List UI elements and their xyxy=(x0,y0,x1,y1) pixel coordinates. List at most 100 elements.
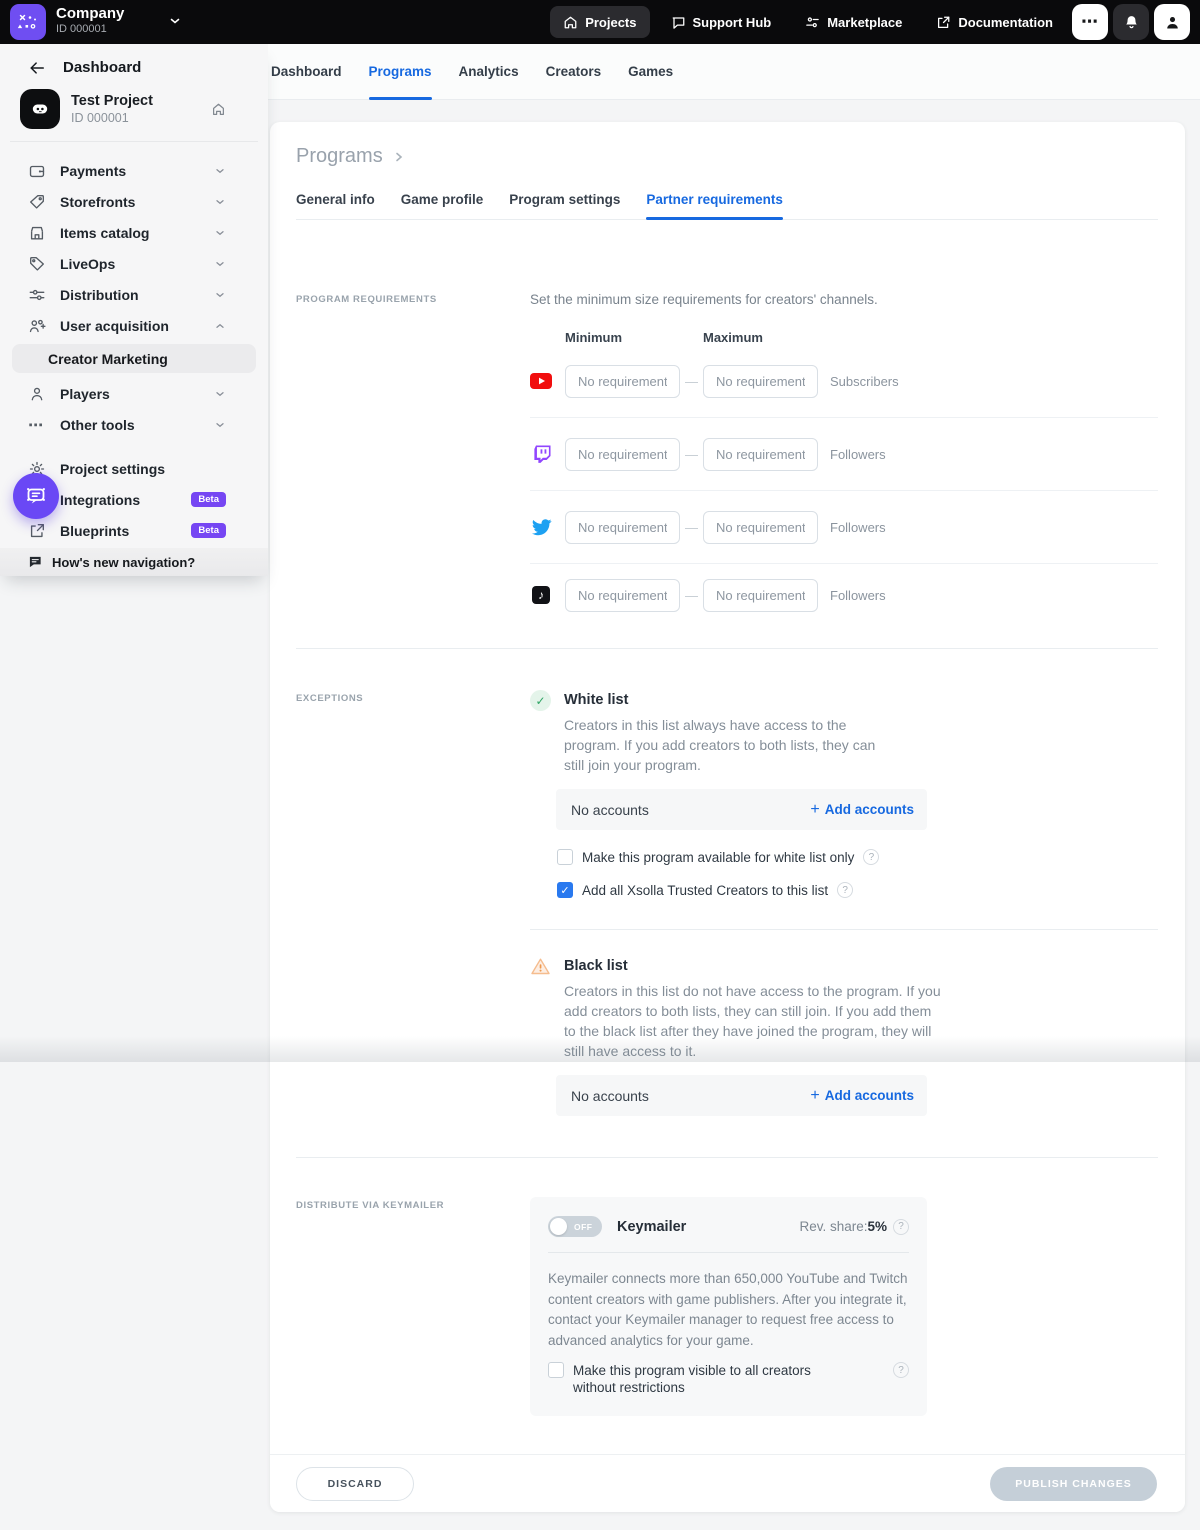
tab-dashboard[interactable]: Dashboard xyxy=(271,44,342,99)
discard-button[interactable]: DISCARD xyxy=(296,1467,414,1501)
chevron-down-icon xyxy=(214,196,226,208)
sidebar-item-other-tools[interactable]: ⋯ Other tools xyxy=(0,409,268,440)
program-subtabs: General info Game profile Program settin… xyxy=(296,192,1158,220)
youtube-max-input[interactable] xyxy=(703,365,818,398)
flag-icon xyxy=(28,555,43,569)
home-icon xyxy=(563,15,578,30)
chat-fab-button[interactable] xyxy=(13,473,59,519)
twitter-max-input[interactable] xyxy=(703,511,818,544)
twitter-icon xyxy=(530,519,552,536)
youtube-min-input[interactable] xyxy=(565,365,680,398)
keymailer-toggle[interactable]: OFF xyxy=(548,1216,602,1237)
help-icon[interactable]: ? xyxy=(893,1219,909,1235)
program-requirements-section: PROGRAM REQUIREMENTS Set the minimum siz… xyxy=(296,291,1158,626)
twitch-min-input[interactable] xyxy=(565,438,680,471)
trusted-creators-checkbox[interactable]: ✓ xyxy=(557,882,573,898)
breadcrumb-title[interactable]: Programs xyxy=(296,145,383,168)
tab-analytics[interactable]: Analytics xyxy=(459,44,519,99)
twitch-max-input[interactable] xyxy=(703,438,818,471)
nav-support-hub-label: Support Hub xyxy=(693,15,772,30)
sidebar-item-user-acquisition[interactable]: User acquisition xyxy=(0,310,268,341)
account-button[interactable] xyxy=(1154,4,1190,40)
warning-triangle-icon xyxy=(530,956,551,977)
metric-label: Followers xyxy=(830,447,886,462)
maximum-header: Maximum xyxy=(703,330,841,345)
section-label: PROGRAM REQUIREMENTS xyxy=(296,291,530,626)
toggle-state-label: OFF xyxy=(574,1222,593,1232)
black-list-empty-label: No accounts xyxy=(571,1088,649,1104)
keymailer-divider xyxy=(548,1252,909,1253)
white-list-block: ✓ White list Creators in this list alway… xyxy=(530,690,1158,898)
company-chevron-down-icon[interactable] xyxy=(168,14,182,28)
section-label: EXCEPTIONS xyxy=(296,690,530,1116)
sidebar-item-payments[interactable]: Payments xyxy=(0,155,268,186)
subtab-program-settings[interactable]: Program settings xyxy=(509,192,620,219)
users-plus-icon xyxy=(28,317,47,335)
publish-changes-button[interactable]: PUBLISH CHANGES xyxy=(990,1467,1157,1501)
tab-programs[interactable]: Programs xyxy=(369,44,432,99)
subtab-partner-requirements[interactable]: Partner requirements xyxy=(646,192,783,219)
help-icon[interactable]: ? xyxy=(863,849,879,865)
subtab-general-info[interactable]: General info xyxy=(296,192,375,219)
range-separator: — xyxy=(680,520,703,535)
tab-creators[interactable]: Creators xyxy=(546,44,602,99)
tag-icon xyxy=(28,193,47,211)
sidebar-item-liveops[interactable]: LiveOps xyxy=(0,248,268,279)
range-separator: — xyxy=(680,588,703,603)
sidebar-item-storefronts[interactable]: Storefronts xyxy=(0,186,268,217)
more-options-button[interactable]: ⋯ xyxy=(1072,4,1108,40)
requirement-row-twitter: — Followers xyxy=(530,491,1158,564)
nav-marketplace[interactable]: Marketplace xyxy=(792,6,915,38)
project-switcher[interactable]: Test Project ID 000001 xyxy=(20,89,248,129)
tab-games[interactable]: Games xyxy=(628,44,673,99)
content-card: Programs General info Game profile Progr… xyxy=(270,122,1185,1512)
nav-documentation[interactable]: Documentation xyxy=(923,6,1066,38)
xsolla-logo[interactable] xyxy=(10,4,46,40)
nav-marketplace-label: Marketplace xyxy=(827,15,902,30)
project-info: Test Project ID 000001 xyxy=(71,92,153,126)
requirements-intro: Set the minimum size requirements for cr… xyxy=(530,291,1158,308)
nav-projects-label: Projects xyxy=(585,15,636,30)
chat-icon xyxy=(671,15,686,30)
white-list-description: Creators in this list always have access… xyxy=(564,715,888,775)
minimum-header: Minimum xyxy=(565,330,703,345)
project-home-icon[interactable] xyxy=(211,102,226,117)
company-block[interactable]: Company ID 000001 xyxy=(56,5,124,36)
twitter-min-input[interactable] xyxy=(565,511,680,544)
nav-projects[interactable]: Projects xyxy=(550,6,649,38)
requirement-row-twitch: — Followers xyxy=(530,418,1158,491)
sidebar-item-players[interactable]: Players xyxy=(0,378,268,409)
subtab-game-profile[interactable]: Game profile xyxy=(401,192,484,219)
requirements-column-headers: Minimum Maximum xyxy=(565,330,1158,345)
whats-new-navigation-banner[interactable]: How's new navigation? xyxy=(0,548,268,576)
whitelist-only-checkbox[interactable] xyxy=(557,849,573,865)
project-id: ID 000001 xyxy=(71,110,153,126)
help-icon[interactable]: ? xyxy=(893,1362,909,1378)
sidebar-item-items-catalog[interactable]: Items catalog xyxy=(0,217,268,248)
back-to-dashboard[interactable]: Dashboard xyxy=(0,44,268,76)
keymailer-visibility-checkbox[interactable] xyxy=(548,1362,564,1378)
ellipsis-icon: ⋯ xyxy=(1081,17,1099,27)
requirement-row-tiktok: ♪ — Followers xyxy=(530,564,1158,626)
storefront-icon xyxy=(28,224,47,242)
keymailer-description: Keymailer connects more than 650,000 You… xyxy=(548,1269,909,1351)
person-icon xyxy=(1164,14,1181,31)
tiktok-icon: ♪ xyxy=(530,586,552,604)
ellipsis-icon: ⋯ xyxy=(28,416,47,434)
company-name: Company xyxy=(56,5,124,23)
chevron-down-icon xyxy=(214,419,226,431)
tiktok-min-input[interactable] xyxy=(565,579,680,612)
white-list-add-accounts-button[interactable]: + Add accounts xyxy=(810,802,914,817)
top-bar: Company ID 000001 Projects Support Hub xyxy=(0,0,1200,44)
nav-support-hub[interactable]: Support Hub xyxy=(658,6,785,38)
tiktok-max-input[interactable] xyxy=(703,579,818,612)
check-circle-icon: ✓ xyxy=(530,690,551,711)
sidebar-item-blueprints[interactable]: Blueprints Beta xyxy=(0,515,268,546)
black-list-add-accounts-button[interactable]: + Add accounts xyxy=(810,1088,914,1103)
sidebar-item-distribution[interactable]: Distribution xyxy=(0,279,268,310)
notifications-button[interactable] xyxy=(1113,4,1149,40)
keymailer-body: OFF Keymailer Rev. share:5% ? Keymailer … xyxy=(530,1197,1158,1416)
help-icon[interactable]: ? xyxy=(837,882,853,898)
section-divider xyxy=(296,648,1158,649)
sidebar-item-creator-marketing[interactable]: Creator Marketing xyxy=(12,344,256,373)
